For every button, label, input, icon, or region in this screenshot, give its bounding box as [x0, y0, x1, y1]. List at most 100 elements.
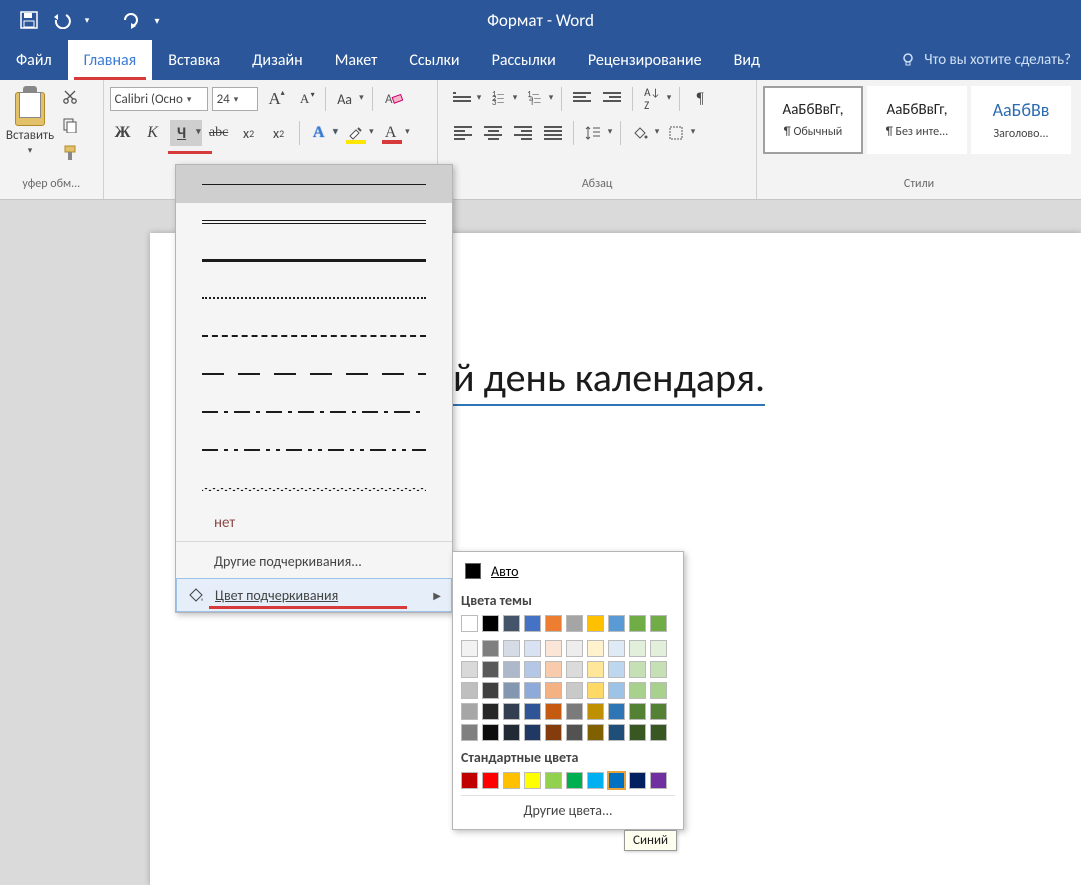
sort-button[interactable]: A↓Z	[640, 86, 672, 112]
color-swatch[interactable]	[524, 615, 541, 632]
color-swatch[interactable]	[587, 661, 604, 678]
color-swatch[interactable]	[503, 682, 520, 699]
clear-formatting-button[interactable]: A	[380, 86, 406, 112]
font-color-button[interactable]: A	[379, 120, 411, 146]
increase-indent-button[interactable]	[599, 86, 625, 112]
color-swatch[interactable]	[587, 703, 604, 720]
color-swatch[interactable]	[461, 640, 478, 657]
color-swatch[interactable]	[482, 772, 499, 789]
color-swatch[interactable]	[524, 772, 541, 789]
color-swatch[interactable]	[524, 724, 541, 741]
color-swatch[interactable]	[524, 661, 541, 678]
color-auto-item[interactable]: Авто	[461, 558, 675, 584]
color-swatch[interactable]	[608, 615, 625, 632]
italic-button[interactable]: К	[140, 120, 166, 146]
color-swatch[interactable]	[566, 615, 583, 632]
color-swatch[interactable]	[482, 724, 499, 741]
tab-references[interactable]: Ссылки	[393, 40, 475, 80]
strikethrough-button[interactable]: abc	[206, 120, 232, 146]
tab-view[interactable]: Вид	[718, 40, 776, 80]
color-swatch[interactable]	[629, 703, 646, 720]
copy-button[interactable]	[58, 114, 82, 136]
color-swatch[interactable]	[629, 615, 646, 632]
underline-style-longdash[interactable]	[176, 355, 452, 393]
color-swatch[interactable]	[524, 640, 541, 657]
style-no-spacing[interactable]: АаБбВвГг, ¶ Без инте...	[867, 86, 967, 154]
undo-dropdown[interactable]: ▾	[80, 0, 94, 40]
decrease-indent-button[interactable]	[569, 86, 595, 112]
subscript-button[interactable]: x2	[236, 120, 262, 146]
color-swatch[interactable]	[629, 724, 646, 741]
color-swatch[interactable]	[461, 772, 478, 789]
color-swatch[interactable]	[482, 615, 499, 632]
color-swatch[interactable]	[608, 682, 625, 699]
color-swatch[interactable]	[587, 724, 604, 741]
color-swatch[interactable]	[482, 682, 499, 699]
color-swatch[interactable]	[461, 703, 478, 720]
format-painter-button[interactable]	[58, 142, 82, 164]
color-swatch[interactable]	[566, 772, 583, 789]
color-swatch[interactable]	[608, 724, 625, 741]
color-swatch[interactable]	[608, 703, 625, 720]
color-swatch[interactable]	[629, 640, 646, 657]
color-swatch[interactable]	[482, 703, 499, 720]
document-text[interactable]: й день календаря.	[453, 353, 765, 402]
underline-style-dotted[interactable]	[176, 279, 452, 317]
shrink-font-button[interactable]: A▾	[292, 86, 318, 112]
qat-customize[interactable]: ▾	[148, 0, 166, 40]
color-swatch[interactable]	[545, 661, 562, 678]
color-swatch[interactable]	[566, 724, 583, 741]
color-swatch[interactable]	[461, 615, 478, 632]
underline-button[interactable]: Ч	[170, 120, 202, 146]
tab-mailings[interactable]: Рассылки	[476, 40, 572, 80]
borders-button[interactable]	[664, 120, 696, 146]
more-colors-item[interactable]: Другие цвета...	[461, 795, 675, 821]
color-swatch[interactable]	[545, 682, 562, 699]
color-swatch[interactable]	[587, 772, 604, 789]
underline-style-thick[interactable]	[176, 241, 452, 279]
style-heading1[interactable]: АаБбВв Заголово...	[971, 86, 1071, 154]
color-swatch[interactable]	[545, 724, 562, 741]
color-swatch[interactable]	[503, 661, 520, 678]
color-swatch[interactable]	[503, 703, 520, 720]
color-swatch[interactable]	[566, 640, 583, 657]
color-swatch[interactable]	[650, 682, 667, 699]
bold-button[interactable]: Ж	[110, 120, 136, 146]
underline-style-dashdot[interactable]	[176, 393, 452, 431]
color-swatch[interactable]	[503, 615, 520, 632]
color-swatch[interactable]	[608, 640, 625, 657]
color-swatch[interactable]	[566, 661, 583, 678]
color-swatch[interactable]	[650, 661, 667, 678]
highlight-color-button[interactable]	[343, 120, 375, 146]
color-swatch[interactable]	[524, 703, 541, 720]
tab-review[interactable]: Рецензирование	[572, 40, 718, 80]
color-swatch[interactable]	[650, 703, 667, 720]
color-swatch[interactable]	[545, 703, 562, 720]
color-swatch[interactable]	[608, 661, 625, 678]
cut-button[interactable]	[58, 86, 82, 108]
color-swatch[interactable]	[587, 615, 604, 632]
color-swatch[interactable]	[587, 640, 604, 657]
paste-button[interactable]: Вставить ▾	[6, 86, 54, 156]
tab-insert[interactable]: Вставка	[152, 40, 236, 80]
color-swatch[interactable]	[545, 615, 562, 632]
color-swatch[interactable]	[524, 682, 541, 699]
color-swatch[interactable]	[650, 640, 667, 657]
color-swatch[interactable]	[503, 640, 520, 657]
tab-file[interactable]: Файл	[0, 40, 68, 80]
color-swatch[interactable]	[629, 772, 646, 789]
underline-style-none[interactable]: нет	[176, 507, 452, 539]
text-effects-button[interactable]: A	[307, 120, 339, 146]
color-swatch[interactable]	[650, 724, 667, 741]
color-swatch[interactable]	[629, 661, 646, 678]
color-swatch[interactable]	[503, 724, 520, 741]
color-swatch[interactable]	[545, 640, 562, 657]
underline-style-double[interactable]	[176, 203, 452, 241]
line-spacing-button[interactable]	[581, 120, 613, 146]
color-swatch[interactable]	[566, 682, 583, 699]
color-swatch[interactable]	[482, 640, 499, 657]
color-swatch[interactable]	[482, 661, 499, 678]
show-marks-button[interactable]: ¶	[687, 86, 713, 112]
align-right-button[interactable]	[510, 120, 536, 146]
tab-design[interactable]: Дизайн	[236, 40, 319, 80]
